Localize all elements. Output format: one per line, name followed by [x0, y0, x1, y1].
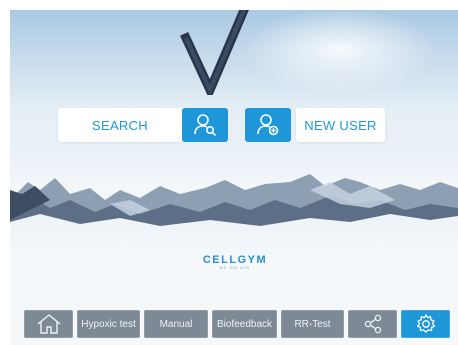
user-search-icon — [194, 114, 217, 137]
share-icon — [364, 314, 381, 334]
nav-hypoxic-test[interactable]: Hypoxic test — [77, 310, 140, 338]
brand-logo: CELLGYM BE ON AIR — [200, 254, 270, 270]
new-user-button[interactable]: NEW USER — [296, 108, 385, 142]
nav-rr-test[interactable]: RR-Test — [281, 310, 344, 338]
settings-button[interactable] — [401, 310, 450, 338]
search-user-button[interactable] — [182, 108, 228, 142]
nav-manual[interactable]: Manual — [144, 310, 208, 338]
checkmark-arrow-icon — [180, 10, 249, 95]
bottom-navigation: Hypoxic test Manual Biofeedback RR-Test — [24, 310, 450, 338]
share-button[interactable] — [348, 310, 397, 338]
gear-icon — [416, 314, 435, 333]
home-button[interactable] — [24, 310, 73, 338]
search-button[interactable]: SEARCH — [58, 108, 182, 142]
user-add-icon — [257, 114, 279, 136]
main-screen: SEARCH NEW USER CELLGYM BE ON AIR Hypoxi… — [10, 10, 458, 345]
nav-biofeedback[interactable]: Biofeedback — [212, 310, 277, 338]
home-icon — [37, 314, 60, 334]
add-user-icon-button[interactable] — [245, 108, 291, 142]
